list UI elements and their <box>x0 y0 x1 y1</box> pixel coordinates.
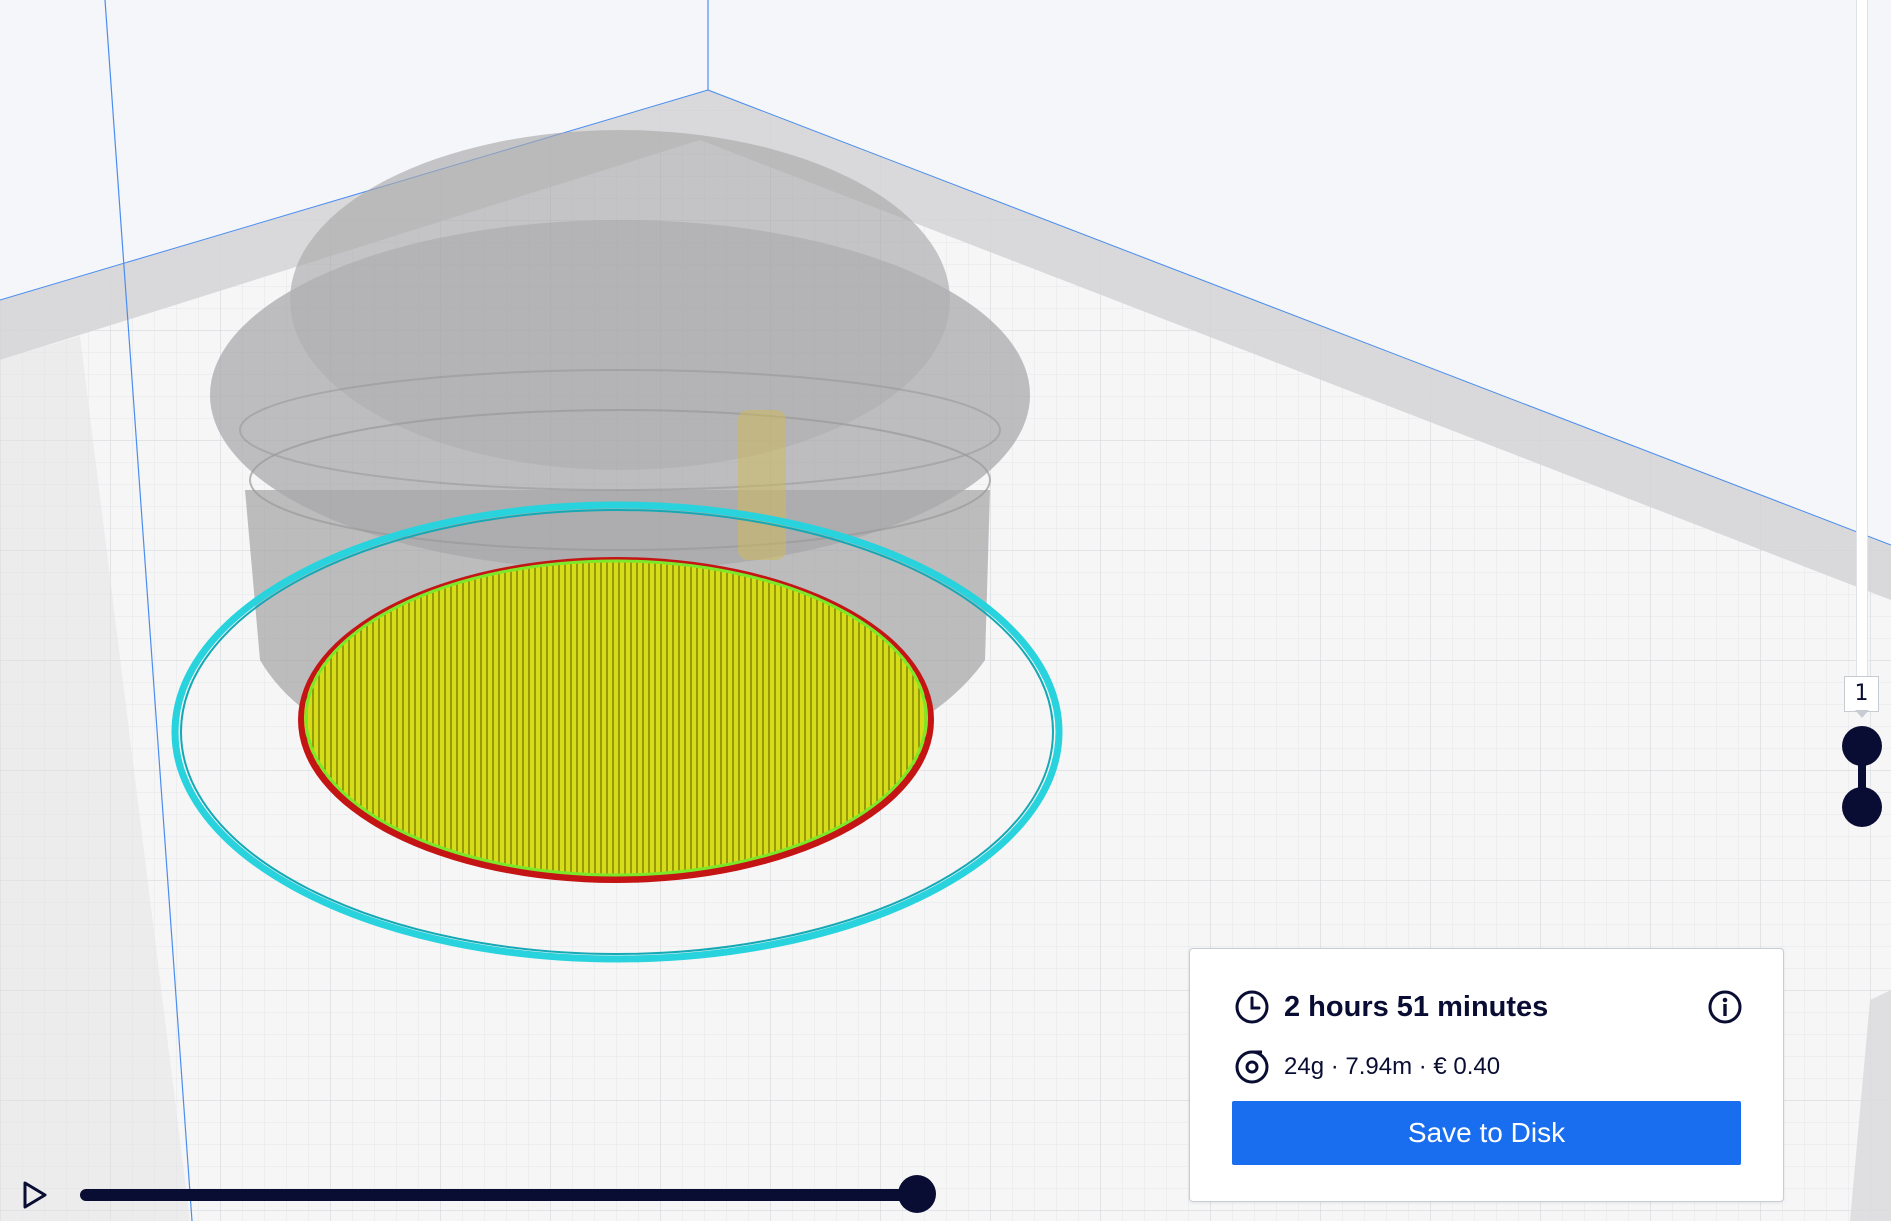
simulation-play-button[interactable] <box>18 1177 52 1213</box>
save-to-disk-button[interactable]: Save to Disk <box>1232 1101 1741 1165</box>
material-summary: 24g · 7.94m · € 0.40 <box>1284 1053 1501 1080</box>
print-information-panel: 2 hours 51 minutes 24g · 7.94m · € 0.40 … <box>1189 948 1784 1202</box>
simulation-slider-track[interactable] <box>80 1189 920 1201</box>
info-icon[interactable] <box>1707 989 1743 1025</box>
print-time: 2 hours 51 minutes <box>1284 990 1549 1023</box>
layer-slider-upper-handle[interactable] <box>1842 726 1882 766</box>
layer-slider-lower-handle[interactable] <box>1842 787 1882 827</box>
layer-label-pointer <box>1855 710 1869 718</box>
clock-icon <box>1235 990 1269 1024</box>
simulation-slider-handle[interactable] <box>898 1175 936 1213</box>
play-icon <box>23 1181 47 1209</box>
layer-slider-track[interactable] <box>1856 0 1868 690</box>
current-layer-label[interactable]: 1 <box>1844 676 1879 712</box>
spool-icon <box>1235 1050 1269 1084</box>
material-usage-row: 24g · 7.94m · € 0.40 <box>1234 1048 1743 1086</box>
print-time-row: 2 hours 51 minutes <box>1234 987 1743 1027</box>
